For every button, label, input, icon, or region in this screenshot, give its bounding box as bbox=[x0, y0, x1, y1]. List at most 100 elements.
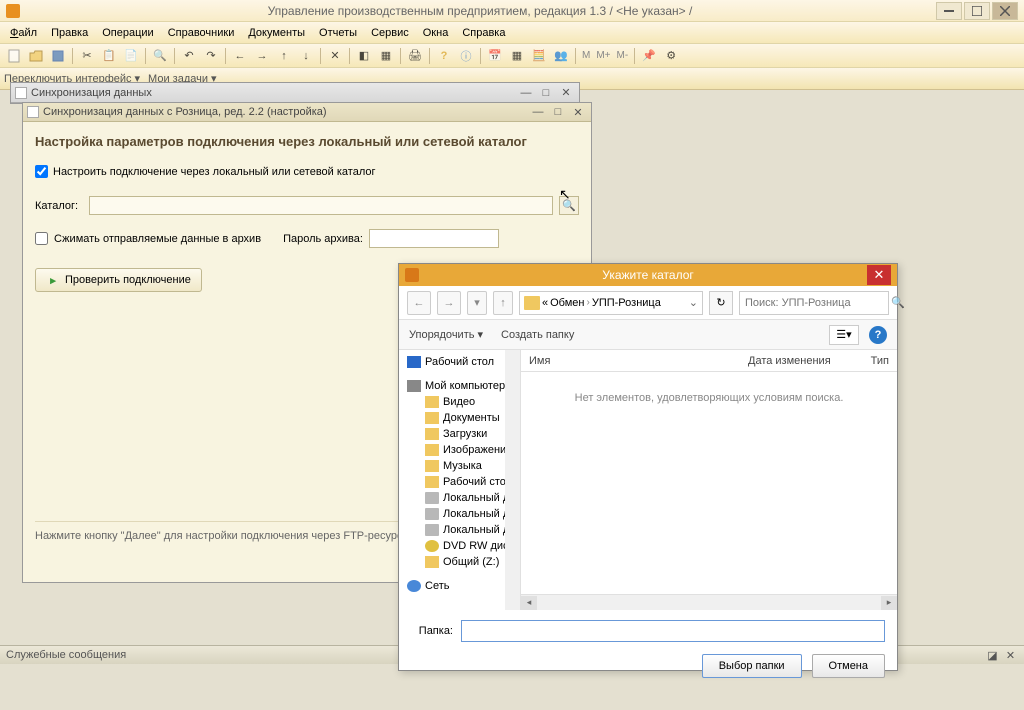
catalog-browse-button[interactable]: 🔍 bbox=[559, 196, 579, 215]
cut-icon[interactable]: ✂ bbox=[77, 46, 97, 66]
close-icon[interactable]: ✕ bbox=[557, 85, 575, 101]
redo-icon[interactable]: ↷ bbox=[201, 46, 221, 66]
nav-back-button[interactable]: ← bbox=[407, 291, 431, 315]
main-toolbar: ✂ 📋 📄 🔍 ↶ ↷ ← → ↑ ↓ ✕ ◧ ▦ 🖨 ? ⓘ 📅 ▦ 🧮 👥 … bbox=[0, 44, 1024, 68]
new-icon[interactable] bbox=[4, 46, 24, 66]
tool-b-icon[interactable]: ▦ bbox=[376, 46, 396, 66]
undo-icon[interactable]: ↶ bbox=[179, 46, 199, 66]
menu-file[interactable]: Файл bbox=[4, 25, 43, 41]
up-icon[interactable]: ↑ bbox=[274, 46, 294, 66]
search-input[interactable] bbox=[745, 297, 887, 309]
calendar-icon[interactable]: 📅 bbox=[485, 46, 505, 66]
crumb-upp[interactable]: УПП-Розница bbox=[592, 297, 661, 309]
maximize-icon[interactable]: □ bbox=[537, 85, 555, 101]
down-icon[interactable]: ↓ bbox=[296, 46, 316, 66]
select-folder-button[interactable]: Выбор папки bbox=[702, 654, 802, 678]
tree-dvd[interactable]: DVD RW дисково bbox=[399, 538, 520, 554]
folder-tree: Рабочий стол Мой компьютер - Видео Докум… bbox=[399, 350, 521, 610]
file-dialog-titlebar[interactable]: Укажите каталог ✕ bbox=[399, 264, 897, 286]
organize-button[interactable]: Упорядочить ▾ bbox=[409, 328, 483, 341]
tree-disk1[interactable]: Локальный диск bbox=[399, 490, 520, 506]
close-icon[interactable]: ✕ bbox=[569, 104, 587, 120]
nav-up-button[interactable]: ↑ bbox=[493, 291, 513, 315]
save-icon[interactable] bbox=[48, 46, 68, 66]
local-catalog-checkbox[interactable] bbox=[35, 165, 48, 178]
tree-computer[interactable]: Мой компьютер - bbox=[399, 378, 520, 394]
h-scrollbar[interactable]: ◂▸ bbox=[521, 594, 897, 610]
tree-videos[interactable]: Видео bbox=[399, 394, 520, 410]
menu-documents[interactable]: Документы bbox=[242, 25, 311, 41]
tree-disk2[interactable]: Локальный диск bbox=[399, 506, 520, 522]
open-icon[interactable] bbox=[26, 46, 46, 66]
dialog-navbar: ← → ▾ ↑ « Обмен › УПП-Розница ⌄ ↻ 🔍 bbox=[399, 286, 897, 320]
minimize-icon[interactable]: — bbox=[517, 85, 535, 101]
tree-documents[interactable]: Документы bbox=[399, 410, 520, 426]
view-button[interactable]: ☰▾ bbox=[829, 325, 859, 345]
tree-scrollbar[interactable] bbox=[505, 350, 520, 610]
search-box[interactable]: 🔍 bbox=[739, 291, 889, 315]
status-detach-icon[interactable]: ◪ bbox=[985, 648, 1000, 663]
maximize-button[interactable] bbox=[964, 2, 990, 20]
print-icon[interactable]: 🖨 bbox=[405, 46, 425, 66]
menu-operations[interactable]: Операции bbox=[96, 25, 159, 41]
grid-icon[interactable]: ▦ bbox=[507, 46, 527, 66]
forward-icon[interactable]: → bbox=[252, 46, 272, 66]
tree-disk3[interactable]: Локальный диск bbox=[399, 522, 520, 538]
col-date[interactable]: Дата изменения bbox=[748, 355, 831, 367]
sync-titlebar[interactable]: Синхронизация данных — □ ✕ bbox=[11, 83, 579, 103]
menu-edit[interactable]: Правка bbox=[45, 25, 94, 41]
cancel-button[interactable]: Отмена bbox=[812, 654, 885, 678]
help-icon[interactable]: ? bbox=[434, 46, 454, 66]
folder-input[interactable] bbox=[461, 620, 885, 642]
back-icon[interactable]: ← bbox=[230, 46, 250, 66]
new-folder-button[interactable]: Создать папку bbox=[501, 329, 574, 341]
paste-icon[interactable]: 📄 bbox=[121, 46, 141, 66]
minimize-button[interactable] bbox=[936, 2, 962, 20]
nav-dropdown-button[interactable]: ▾ bbox=[467, 291, 487, 315]
find-icon[interactable]: 🔍 bbox=[150, 46, 170, 66]
tree-desktop2[interactable]: Рабочий стол bbox=[399, 474, 520, 490]
tree-desktop[interactable]: Рабочий стол bbox=[399, 354, 520, 370]
empty-message: Нет элементов, удовлетворяющих условиям … bbox=[521, 372, 897, 594]
tree-shared[interactable]: Общий (Z:) bbox=[399, 554, 520, 570]
tree-music[interactable]: Музыка bbox=[399, 458, 520, 474]
breadcrumb-bar[interactable]: « Обмен › УПП-Розница ⌄ bbox=[519, 291, 703, 315]
settings-icon[interactable]: ⚙ bbox=[661, 46, 681, 66]
menu-catalogs[interactable]: Справочники bbox=[162, 25, 241, 41]
menu-help[interactable]: Справка bbox=[456, 25, 511, 41]
archive-password-input[interactable] bbox=[369, 229, 499, 248]
compress-checkbox[interactable] bbox=[35, 232, 48, 245]
tool-a-icon[interactable]: ◧ bbox=[354, 46, 374, 66]
app-icon bbox=[6, 4, 20, 18]
minimize-icon[interactable]: — bbox=[529, 104, 547, 120]
menu-windows[interactable]: Окна bbox=[417, 25, 455, 41]
mem-mminus[interactable]: M- bbox=[615, 50, 631, 61]
refresh-button[interactable]: ↻ bbox=[709, 291, 733, 315]
menu-service[interactable]: Сервис bbox=[365, 25, 415, 41]
catalog-input[interactable] bbox=[89, 196, 553, 215]
dialog-close-button[interactable]: ✕ bbox=[867, 265, 891, 285]
close-button[interactable] bbox=[992, 2, 1018, 20]
mem-mplus[interactable]: M+ bbox=[594, 50, 612, 61]
copy-icon[interactable]: 📋 bbox=[99, 46, 119, 66]
calc-icon[interactable]: 🧮 bbox=[529, 46, 549, 66]
test-connection-button[interactable]: ▸ Проверить подключение bbox=[35, 268, 202, 292]
tree-network[interactable]: Сеть bbox=[399, 578, 520, 594]
chevron-down-icon[interactable]: ⌄ bbox=[689, 296, 698, 309]
status-close-icon[interactable]: ✕ bbox=[1003, 648, 1018, 663]
settings-titlebar[interactable]: Синхронизация данных с Розница, ред. 2.2… bbox=[23, 103, 591, 122]
crumb-obmen[interactable]: Обмен bbox=[550, 297, 584, 309]
pin-icon[interactable]: 📌 bbox=[639, 46, 659, 66]
info-icon[interactable]: ⓘ bbox=[456, 46, 476, 66]
tree-pictures[interactable]: Изображения bbox=[399, 442, 520, 458]
help-button[interactable]: ? bbox=[869, 326, 887, 344]
col-name[interactable]: Имя bbox=[529, 355, 708, 367]
tree-downloads[interactable]: Загрузки bbox=[399, 426, 520, 442]
users-icon[interactable]: 👥 bbox=[551, 46, 571, 66]
menu-reports[interactable]: Отчеты bbox=[313, 25, 363, 41]
nav-forward-button[interactable]: → bbox=[437, 291, 461, 315]
delete-icon[interactable]: ✕ bbox=[325, 46, 345, 66]
mem-m[interactable]: M bbox=[580, 50, 592, 61]
maximize-icon[interactable]: □ bbox=[549, 104, 567, 120]
col-type[interactable]: Тип bbox=[871, 355, 889, 367]
